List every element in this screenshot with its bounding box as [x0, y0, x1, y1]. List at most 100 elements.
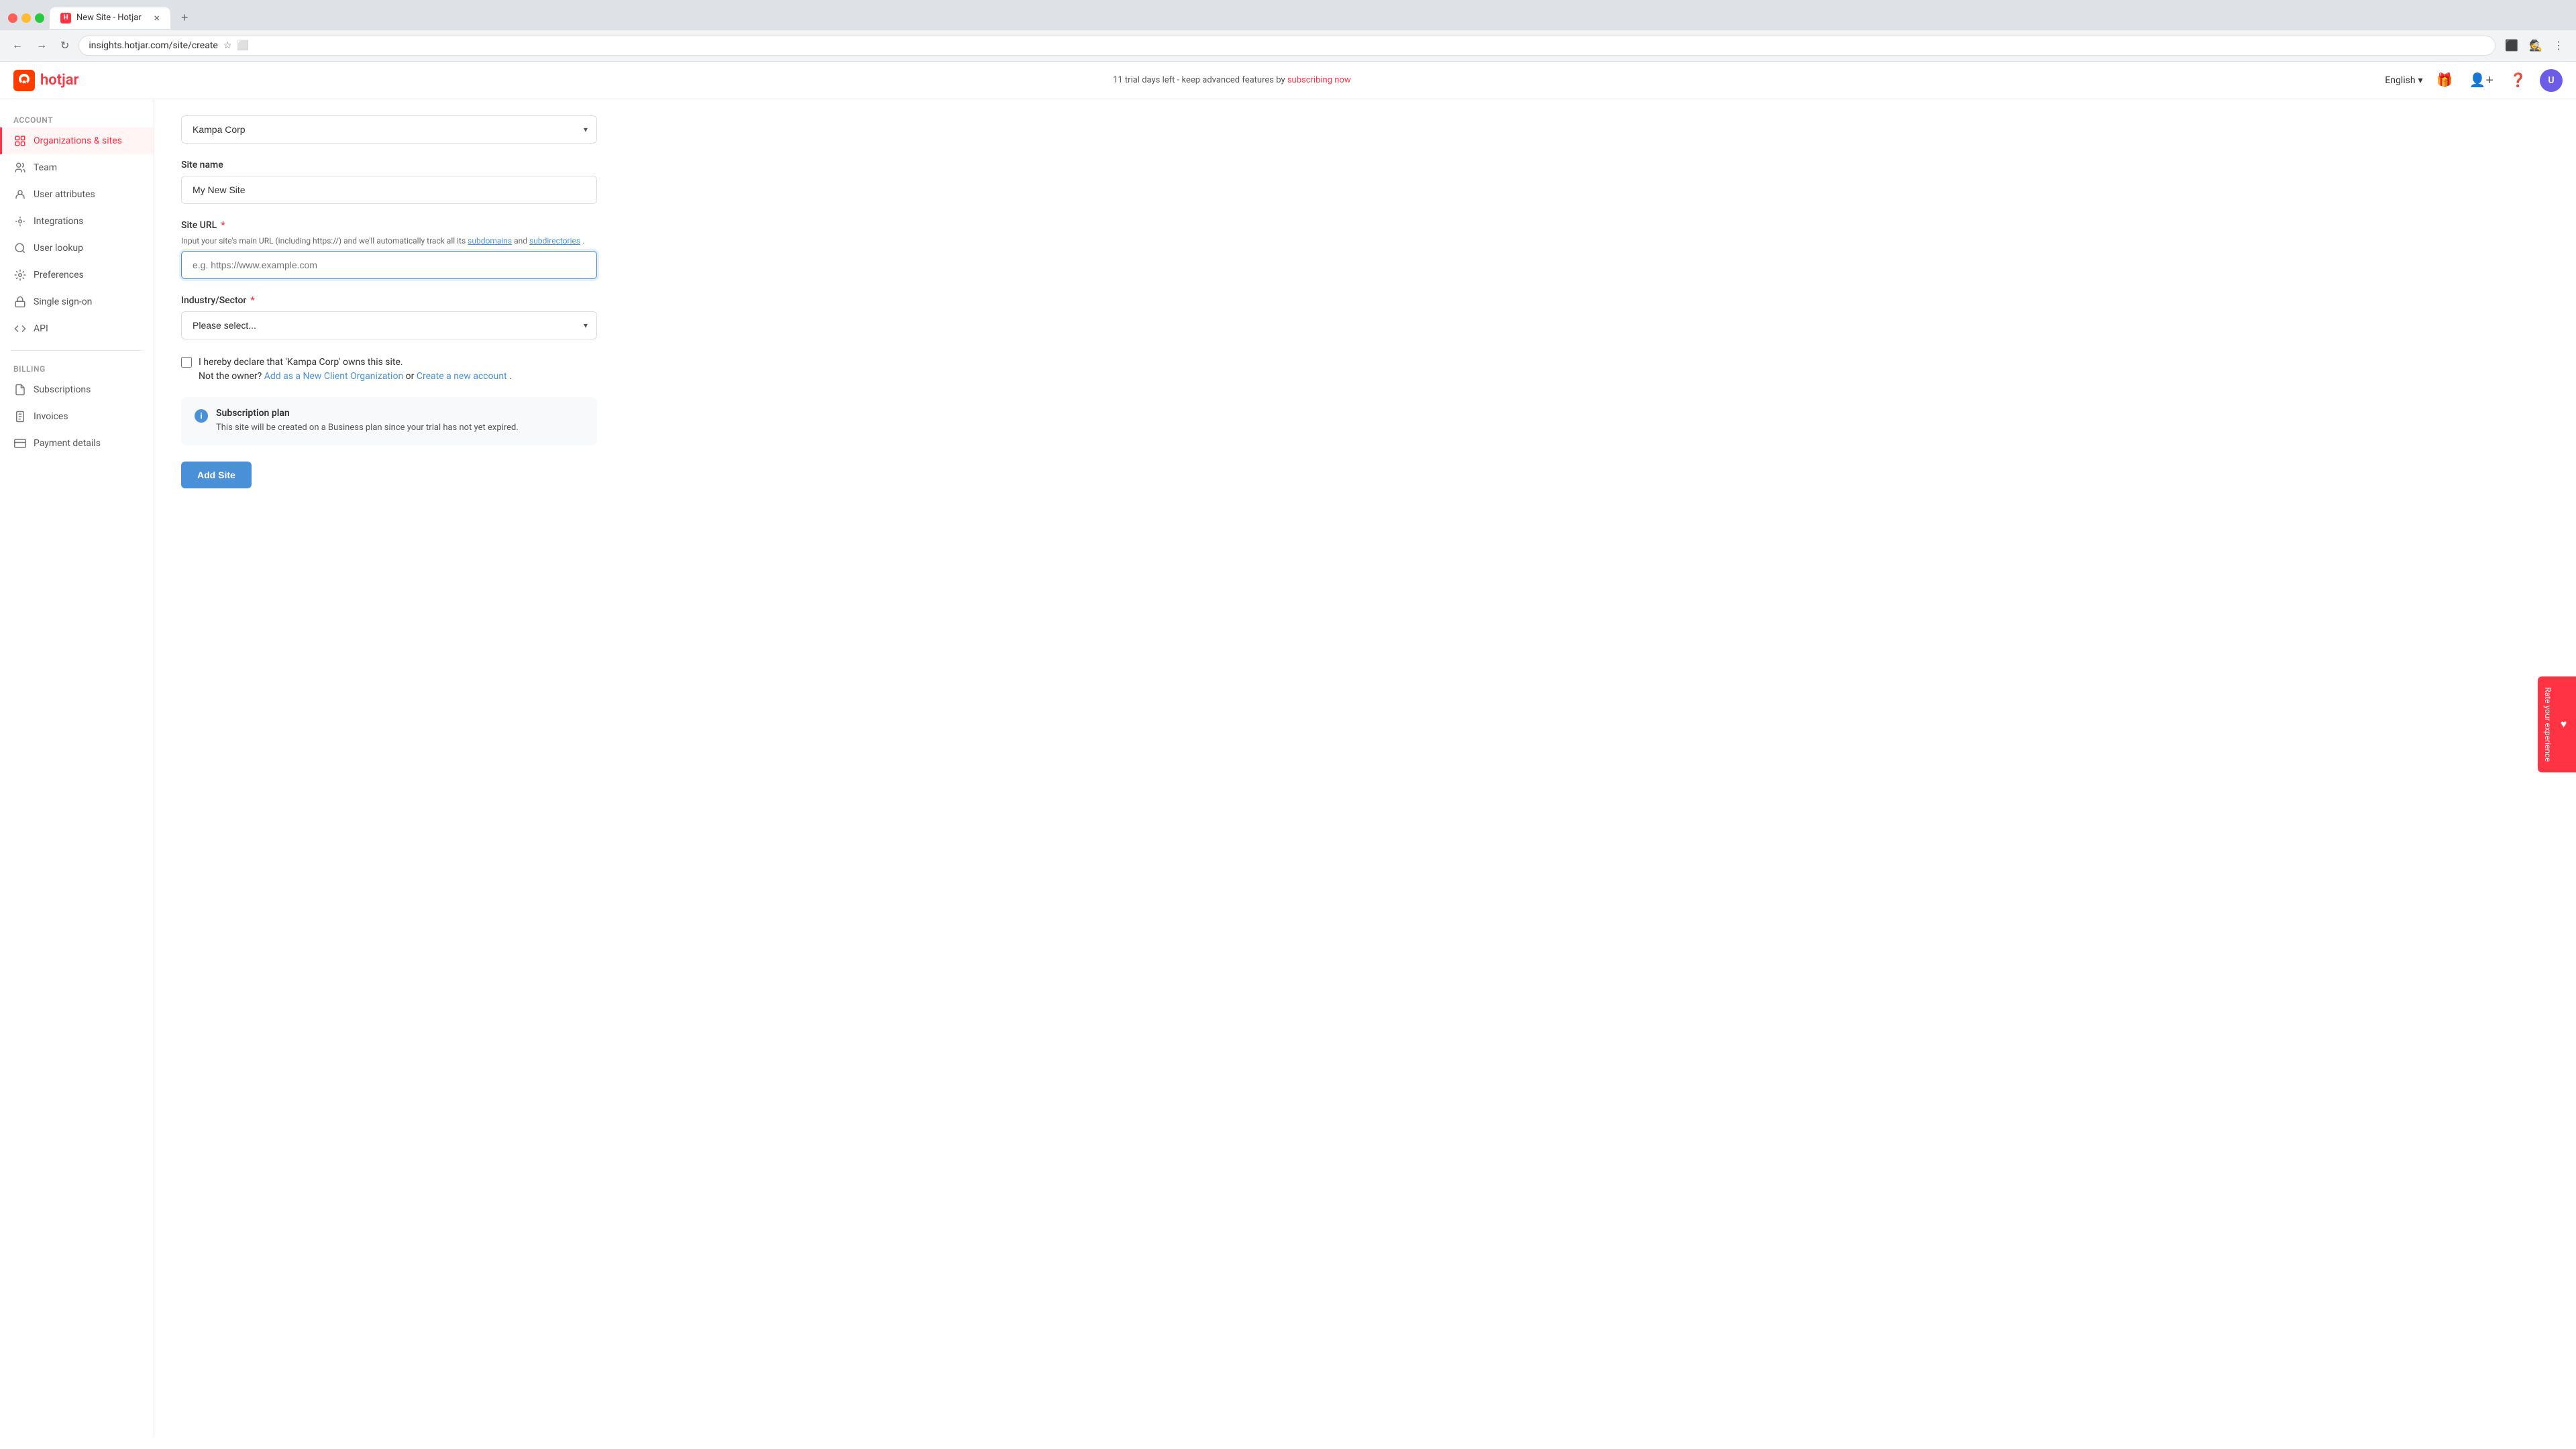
ownership-or: or — [406, 371, 415, 382]
subdomains-link[interactable]: subdomains — [468, 236, 512, 246]
content-inner: Kampa Corp ▾ Site name Site URL — [154, 99, 624, 504]
sidebar-payment-details-label: Payment details — [34, 438, 101, 449]
window-close-btn[interactable] — [8, 13, 17, 23]
team-icon — [13, 161, 27, 174]
create-new-account-link[interactable]: Create a new account — [417, 371, 507, 382]
help-btn[interactable]: ❓ — [2507, 69, 2529, 91]
org-select-container: Kampa Corp ▾ — [181, 115, 597, 144]
ownership-checkbox-row: I hereby declare that 'Kampa Corp' owns … — [181, 356, 597, 384]
subscription-content: Subscription plan This site will be crea… — [216, 408, 519, 435]
new-tab-btn[interactable]: + — [176, 5, 194, 30]
subscribing-now-link[interactable]: subscribing now — [1287, 75, 1351, 85]
window-minimize-btn[interactable] — [21, 13, 31, 23]
sidebar-item-api[interactable]: API — [0, 315, 154, 342]
hotjar-logo-text: hotjar — [40, 72, 78, 89]
sidebar-divider — [11, 350, 143, 351]
industry-label-text: Industry/Sector — [181, 295, 246, 306]
language-label: English — [2385, 75, 2415, 86]
site-url-hint-text: Input your site's main URL (including ht… — [181, 236, 466, 246]
trial-banner: 11 trial days left - keep advanced featu… — [1113, 75, 1351, 85]
site-url-field: Site URL * Input your site's main URL (i… — [181, 220, 597, 279]
incognito-btn[interactable]: 🕵 — [2525, 36, 2546, 55]
sidebar: Account Organizations & sites Team User … — [0, 99, 154, 1437]
preferences-icon — [13, 268, 27, 282]
forward-btn[interactable]: → — [32, 37, 51, 54]
billing-section-label: Billing — [0, 359, 154, 376]
sidebar-item-user-attributes[interactable]: User attributes — [0, 181, 154, 208]
subdirectories-link[interactable]: subdirectories — [529, 236, 580, 246]
site-url-label-text: Site URL — [181, 220, 217, 231]
browser-window-controls — [8, 13, 44, 23]
invoices-icon — [13, 410, 27, 423]
tab-title: New Site - Hotjar — [76, 13, 142, 23]
bookmark-icon[interactable]: ☆ — [223, 40, 232, 51]
sidebar-item-invoices[interactable]: Invoices — [0, 403, 154, 430]
subscriptions-icon — [13, 383, 27, 396]
hotjar-logo-icon — [13, 70, 35, 91]
browser-chrome: H New Site - Hotjar × + ← → ↻ insights.h… — [0, 0, 2576, 62]
trial-text: 11 trial days left - keep advanced featu… — [1113, 75, 1285, 85]
sidebar-api-label: API — [34, 323, 48, 334]
ownership-text-part2: Not the owner? — [199, 371, 262, 382]
language-selector[interactable]: English ▾ — [2385, 75, 2422, 86]
rate-panel-heart-icon: ♥ — [2558, 718, 2571, 730]
site-name-field: Site name — [181, 160, 597, 204]
sidebar-item-team[interactable]: Team — [0, 154, 154, 181]
new-feature-btn[interactable]: 🎁 — [2434, 69, 2456, 91]
rate-experience-panel[interactable]: ♥ Rate your experience — [2538, 676, 2576, 772]
industry-sector-field: Industry/Sector * Please select... ▾ — [181, 295, 597, 339]
site-name-label-text: Site name — [181, 160, 223, 170]
tab-close-btn[interactable]: × — [154, 13, 160, 23]
payment-icon — [13, 437, 27, 450]
sidebar-item-integrations[interactable]: Integrations — [0, 208, 154, 235]
sidebar-item-payment-details[interactable]: Payment details — [0, 430, 154, 457]
extension-icon[interactable]: ⬜ — [237, 40, 248, 51]
integrations-icon — [13, 215, 27, 228]
industry-required-star: * — [250, 295, 254, 306]
address-bar[interactable]: insights.hotjar.com/site/create ☆ ⬜ — [78, 36, 2496, 56]
sidebar-invoices-label: Invoices — [34, 411, 68, 422]
site-url-input[interactable] — [181, 251, 597, 279]
sidebar-item-orgs-sites[interactable]: Organizations & sites — [0, 127, 154, 154]
sidebar-item-subscriptions[interactable]: Subscriptions — [0, 376, 154, 403]
add-site-button[interactable]: Add Site — [181, 462, 252, 488]
rate-panel-label: Rate your experience — [2543, 687, 2553, 761]
invite-user-btn[interactable]: 👤+ — [2466, 69, 2496, 91]
browser-toolbar: ← → ↻ insights.hotjar.com/site/create ☆ … — [0, 30, 2576, 61]
industry-dropdown[interactable]: Please select... — [181, 311, 597, 339]
ownership-period: . — [509, 371, 512, 382]
site-url-hint-period: . — [582, 236, 584, 246]
industry-select-wrapper: Please select... ▾ — [181, 311, 597, 339]
sidebar-integrations-label: Integrations — [34, 216, 83, 227]
user-attributes-icon — [13, 188, 27, 201]
sidebar-item-preferences[interactable]: Preferences — [0, 262, 154, 288]
site-name-input[interactable] — [181, 176, 597, 204]
account-section-label: Account — [0, 110, 154, 127]
app-container: hotjar 11 trial days left - keep advance… — [0, 62, 2576, 1437]
browser-titlebar: H New Site - Hotjar × + — [0, 0, 2576, 30]
org-dropdown[interactable]: Kampa Corp — [181, 115, 597, 144]
sidebar-user-attributes-label: User attributes — [34, 189, 95, 200]
browser-tab-active[interactable]: H New Site - Hotjar × — [50, 7, 170, 29]
window-maximize-btn[interactable] — [35, 13, 44, 23]
main-content: Kampa Corp ▾ Site name Site URL — [154, 99, 2576, 1437]
site-name-label: Site name — [181, 160, 597, 170]
subscription-plan-box: i Subscription plan This site will be cr… — [181, 397, 597, 445]
sso-icon — [13, 295, 27, 309]
sidebar-item-sso[interactable]: Single sign-on — [0, 288, 154, 315]
site-url-label: Site URL * — [181, 220, 597, 231]
site-url-hint-and: and — [514, 236, 527, 246]
sidebar-item-user-lookup[interactable]: User lookup — [0, 235, 154, 262]
site-url-required-star: * — [221, 220, 225, 231]
ownership-checkbox-label: I hereby declare that 'Kampa Corp' owns … — [199, 356, 512, 384]
site-url-hint: Input your site's main URL (including ht… — [181, 236, 597, 246]
menu-btn[interactable]: ⋮ — [2549, 36, 2568, 55]
extensions-btn[interactable]: ⬛ — [2501, 36, 2522, 55]
api-icon — [13, 322, 27, 335]
ownership-text-part1: I hereby declare that 'Kampa Corp' owns … — [199, 357, 403, 368]
avatar[interactable]: U — [2540, 69, 2563, 92]
reload-btn[interactable]: ↻ — [56, 36, 73, 55]
add-client-org-link[interactable]: Add as a New Client Organization — [264, 371, 403, 382]
ownership-checkbox[interactable] — [181, 357, 192, 368]
back-btn[interactable]: ← — [8, 37, 27, 54]
